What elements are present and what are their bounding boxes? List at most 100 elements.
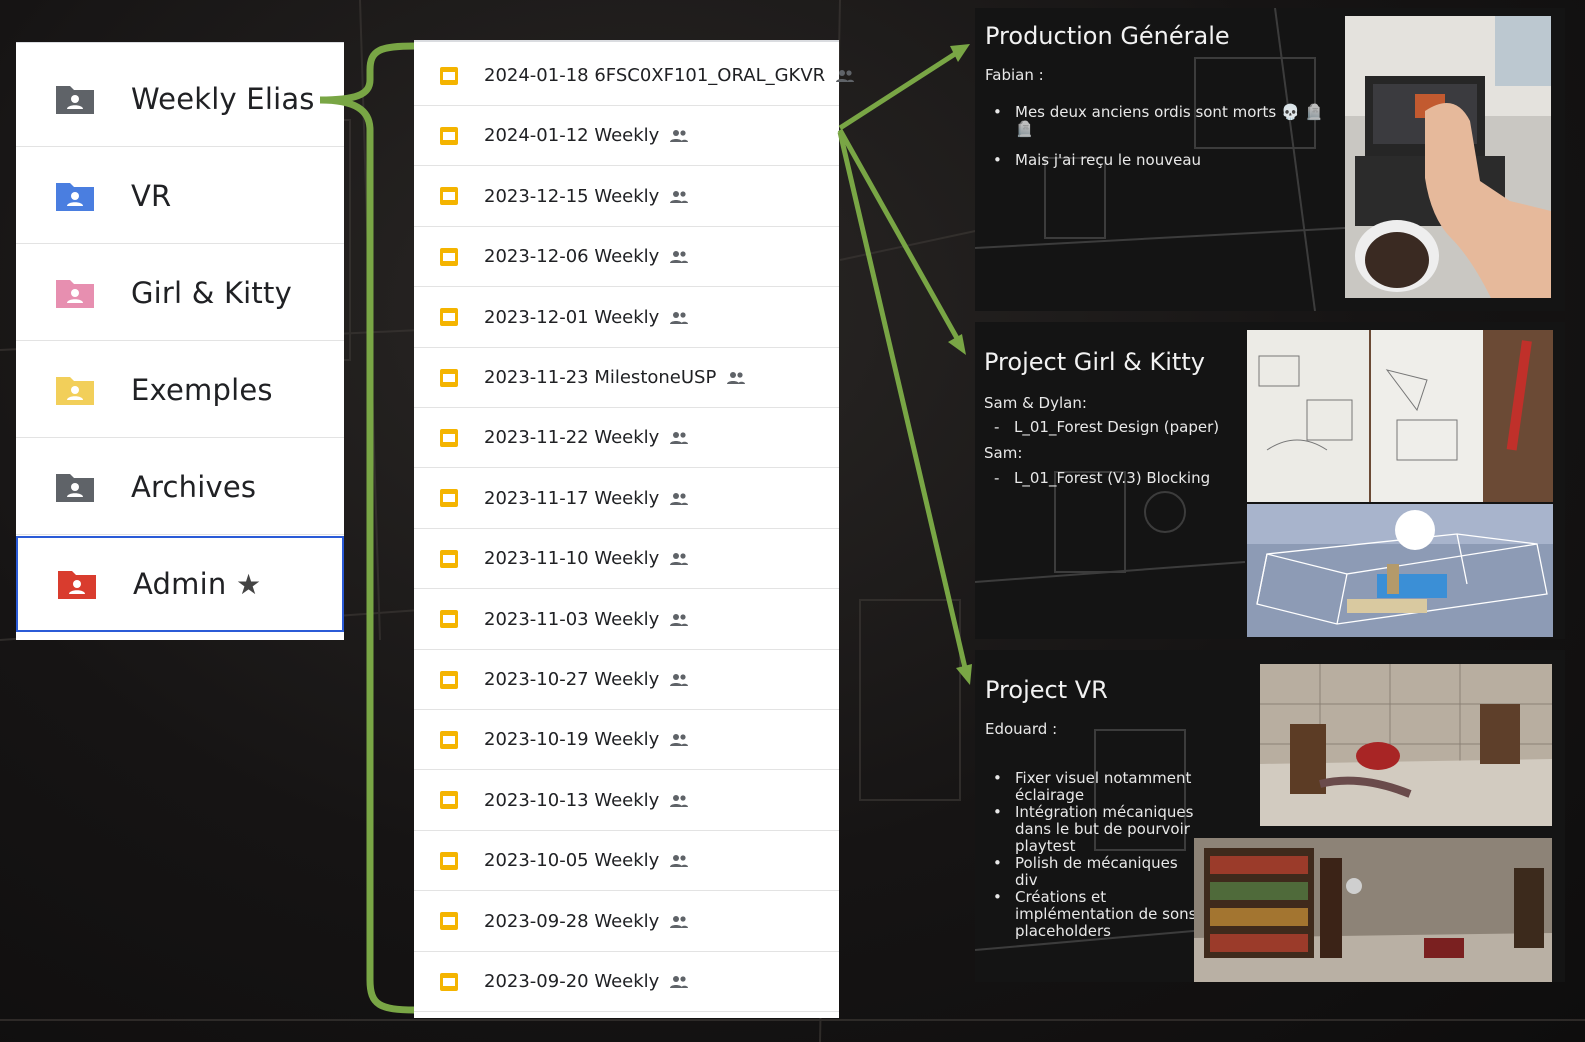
bullet: Créations et implémentation de sons plac… [985, 889, 1203, 940]
item: L_01_Forest Design (paper) [984, 419, 1254, 437]
folder-label: VR [131, 178, 172, 213]
file-row[interactable]: 2024-01-12 Weekly [414, 106, 839, 167]
file-name-text: 2023-11-03 Weekly [484, 608, 660, 630]
file-row[interactable]: 2023-12-15 Weekly [414, 167, 839, 227]
file-name-text: 2023-12-06 Weekly [484, 246, 660, 268]
google-slides-icon [440, 126, 458, 145]
folder-exemples[interactable]: Exemples [16, 342, 344, 438]
shared-folder-icon [56, 182, 94, 211]
shared-people-icon [670, 251, 689, 264]
photo-laptop-thumbs-up [1345, 16, 1551, 298]
folder-label: Archives [131, 469, 257, 504]
file-row[interactable]: 2023-10-13 Weekly [414, 771, 839, 831]
slide-person: Sam: [984, 444, 1023, 462]
file-row[interactable]: 2023-11-23 MilestoneUSP [414, 348, 839, 408]
file-name: 2023-11-10 Weekly [484, 548, 689, 569]
google-slides-icon [440, 368, 458, 387]
slide-title: Project Girl & Kitty [984, 348, 1205, 376]
slide-items: L_01_Forest Design (paper) [984, 419, 1254, 450]
slide-production-generale[interactable]: Production Générale Fabian : Mes deux an… [975, 8, 1565, 311]
file-name-text: 2023-10-05 Weekly [484, 850, 660, 872]
shared-people-icon [670, 794, 689, 807]
file-name: 2023-11-03 Weekly [484, 609, 689, 630]
file-name-text: 2023-10-27 Weekly [484, 669, 660, 690]
shared-people-icon [670, 674, 689, 686]
folder-girl-kitty[interactable]: Girl & Kitty [16, 245, 344, 341]
slide-title: Project VR [985, 676, 1108, 704]
folder-vr[interactable]: VR [16, 148, 344, 244]
file-row[interactable]: 2023-12-06 Weekly [414, 227, 839, 288]
folder-label: Admin [133, 567, 227, 601]
file-name-text: 2023-09-20 Weekly [484, 971, 660, 992]
folder-label: Girl & Kitty [131, 275, 292, 310]
file-row[interactable]: 2024-01-18 6FSC0XF101_ORAL_GKVR [414, 46, 855, 106]
slide-title: Production Générale [985, 22, 1230, 50]
file-name-text: 2023-11-23 MilestoneUSP [484, 367, 717, 388]
shared-folder-icon [58, 571, 96, 599]
shared-folder-icon [56, 376, 94, 405]
file-row[interactable]: 2023-09-20 Weekly [414, 952, 839, 1012]
photo-notebook-sketch [1247, 330, 1553, 502]
folder-weekly-elias[interactable]: Weekly Elias [16, 51, 344, 147]
shared-people-icon [670, 734, 689, 747]
shared-people-icon [670, 976, 689, 988]
slide-person: Sam & Dylan: [984, 394, 1087, 412]
google-slides-icon [440, 851, 458, 870]
shared-people-icon [670, 915, 689, 928]
file-row[interactable]: 2023-10-27 Weekly [414, 650, 839, 710]
shared-people-icon [670, 311, 689, 324]
google-slides-icon [440, 791, 458, 810]
file-row[interactable]: 2023-09-28 Weekly [414, 892, 839, 952]
file-name-text: 2023-09-28 Weekly [484, 910, 660, 932]
file-name-text: 2024-01-12 Weekly [484, 125, 660, 147]
google-slides-icon [440, 489, 458, 508]
shared-folder-icon [56, 85, 94, 114]
shared-people-icon [670, 613, 689, 626]
shared-people-icon [670, 492, 689, 505]
file-name-text: 2023-11-10 Weekly [484, 548, 660, 570]
google-slides-icon [440, 912, 458, 931]
google-slides-icon [440, 308, 458, 327]
slide-bullets: Fixer visuel notamment éclairage Intégra… [985, 770, 1203, 940]
folder-label: Weekly Elias [131, 81, 315, 116]
file-row[interactable]: 2023-11-03 Weekly [414, 590, 839, 650]
file-name: 2023-11-17 Weekly [484, 488, 689, 509]
file-name: 2023-12-06 Weekly [484, 246, 689, 267]
file-row[interactable]: 2023-11-22 Weekly [414, 408, 839, 469]
file-name: 2023-12-01 Weekly [484, 307, 689, 328]
folder-admin[interactable]: Admin ★ [16, 536, 344, 632]
shared-folder-icon [56, 473, 94, 502]
file-name-text: 2023-12-15 Weekly [484, 185, 660, 207]
google-slides-icon [440, 549, 458, 568]
shared-folder-icon [56, 279, 94, 308]
google-slides-icon [440, 972, 458, 991]
slide-project-vr[interactable]: Project VR Edouard : Fixer visuel notamm… [975, 650, 1565, 982]
arrows [837, 44, 972, 685]
shared-people-icon [670, 553, 689, 566]
google-slides-icon [440, 247, 458, 266]
file-name: 2024-01-12 Weekly [484, 125, 689, 146]
bullet: Polish de mécaniques div [985, 855, 1203, 889]
slide-bullets: Mes deux anciens ordis sont morts 💀 🪦 🪦 … [985, 104, 1345, 183]
shared-people-icon [727, 372, 746, 384]
file-row[interactable]: 2023-10-05 Weekly [414, 831, 839, 892]
file-name-text: 2023-11-22 Weekly [484, 427, 660, 449]
google-slides-icon [440, 610, 458, 629]
file-name: 2023-09-20 Weekly [484, 971, 689, 992]
bracket-connector [319, 42, 419, 1014]
file-row[interactable]: 2023-11-17 Weekly [414, 469, 839, 529]
star-icon: ★ [236, 568, 262, 600]
slide-person: Fabian : [985, 66, 1044, 84]
file-name: 2023-11-23 MilestoneUSP [484, 367, 746, 388]
file-row[interactable]: 2023-10-19 Weekly [414, 710, 839, 771]
slide-items: L_01_Forest (V.3) Blocking [984, 470, 1254, 501]
slide-project-girl-kitty[interactable]: Project Girl & Kitty Sam & Dylan: L_01_F… [975, 322, 1565, 639]
folder-archives[interactable]: Archives [16, 439, 344, 535]
file-name-text: 2023-12-01 Weekly [484, 306, 660, 328]
file-row[interactable]: 2023-12-01 Weekly [414, 288, 839, 348]
google-slides-icon [440, 670, 458, 689]
file-name-text: 2023-10-13 Weekly [484, 789, 660, 811]
bullet: Intégration mécaniques dans le but de po… [985, 804, 1203, 855]
file-name: 2024-01-18 6FSC0XF101_ORAL_GKVR [484, 65, 855, 86]
file-row[interactable]: 2023-11-10 Weekly [414, 529, 839, 590]
